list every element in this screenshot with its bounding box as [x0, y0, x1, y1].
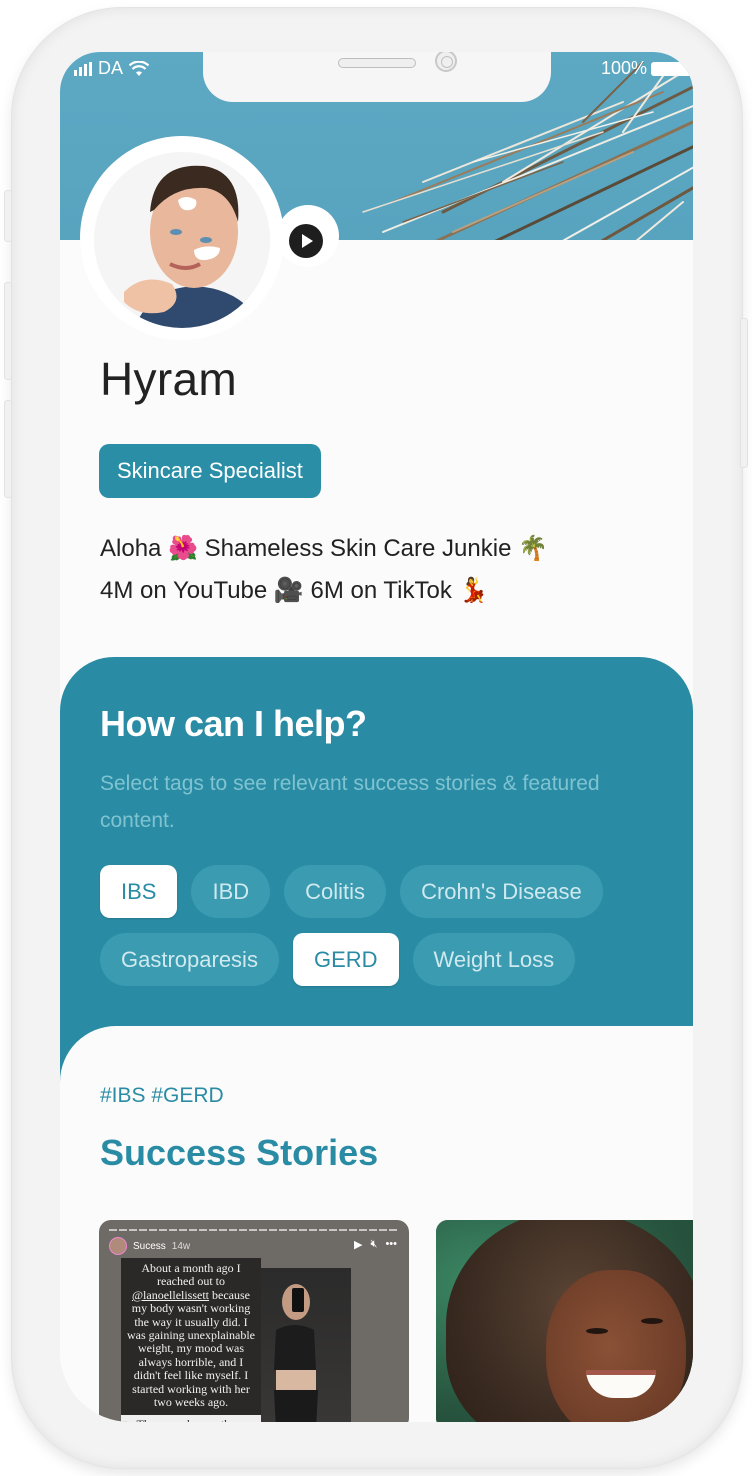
battery-icon: [651, 61, 693, 76]
volume-up-button: [4, 282, 12, 380]
stories-title: Success Stories: [100, 1132, 379, 1173]
story-header: Sucess 14w: [109, 1237, 190, 1255]
story-photo-face: [546, 1270, 686, 1422]
selected-hashtags: #IBS #GERD: [100, 1084, 224, 1107]
volume-down-button: [4, 400, 12, 498]
front-camera: [435, 52, 457, 72]
story-card[interactable]: Sucess 14w ▶ 🔇︎ ••• About a month ago I …: [99, 1220, 409, 1422]
more-icon[interactable]: •••: [385, 1238, 397, 1251]
story-caption-continued: Three weeks ago these: [121, 1415, 261, 1422]
bio-line-1: Aloha 🌺 Shameless Skin Care Junkie 🌴: [100, 535, 548, 562]
help-subtitle: Select tags to see relevant success stor…: [100, 772, 600, 832]
status-bar-right: 100%: [601, 58, 693, 79]
wifi-icon: [129, 60, 150, 76]
notch: [203, 52, 551, 102]
story-caption: About a month ago I reached out to @lano…: [121, 1258, 261, 1416]
play-icon[interactable]: [289, 224, 323, 258]
role-badge: Skincare Specialist: [99, 444, 321, 498]
tag-ibs[interactable]: IBS: [100, 865, 178, 918]
tag-gerd[interactable]: GERD: [292, 933, 399, 986]
tag-weight-loss[interactable]: Weight Loss: [412, 933, 576, 986]
tag-colitis[interactable]: Colitis: [284, 865, 387, 918]
tag-crohns-disease[interactable]: Crohn's Disease: [400, 865, 603, 918]
tag-gastroparesis[interactable]: Gastroparesis: [100, 933, 279, 986]
story-avatar: [109, 1237, 127, 1255]
tag-ibd[interactable]: IBD: [191, 865, 271, 918]
success-stories-section: #IBS #GERD Success Stories Sucess 14w ▶ …: [60, 1026, 693, 1422]
mirror-selfie-figure: [274, 1284, 318, 1422]
tag-list: IBS IBD Colitis Crohn's Disease Gastropa…: [100, 865, 680, 986]
status-bar-left: DA: [74, 58, 150, 79]
story-controls: ▶ 🔇︎ •••: [354, 1238, 397, 1251]
play-icon[interactable]: ▶: [354, 1238, 362, 1251]
mute-switch: [4, 190, 12, 242]
speaker-grille: [338, 58, 416, 68]
profile-name: Hyram: [100, 353, 237, 405]
mute-icon[interactable]: 🔇︎: [371, 1238, 378, 1251]
story-photo-eye: [641, 1318, 663, 1324]
avatar[interactable]: [94, 152, 270, 328]
help-title: How can I help?: [100, 703, 367, 744]
power-button: [740, 318, 748, 468]
story-photo-eye: [586, 1328, 608, 1334]
profile-bio: Aloha 🌺 Shameless Skin Care Junkie 🌴 4M …: [100, 528, 548, 612]
carrier-label: DA: [98, 58, 124, 78]
avatar-photo: [94, 152, 270, 328]
screen: DA 100% Hyram Skincare Specialist Aloha …: [60, 52, 693, 1422]
bio-line-2: 4M on YouTube 🎥 6M on TikTok 💃: [100, 577, 489, 604]
story-account: Sucess: [133, 1240, 166, 1252]
story-time: 14w: [171, 1240, 191, 1252]
story-progress-bar: [109, 1229, 399, 1231]
battery-percent: 100%: [600, 58, 647, 78]
story-card[interactable]: [436, 1220, 693, 1422]
signal-icon: [74, 61, 92, 76]
